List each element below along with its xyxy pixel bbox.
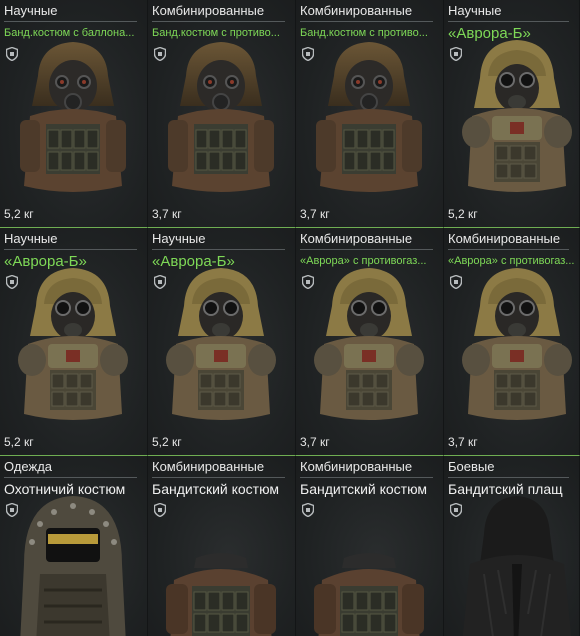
inventory-item-card[interactable]: Научные «Аврора-Б» 5,2 кг	[444, 0, 580, 228]
item-category: Комбинированные	[152, 3, 265, 18]
item-weight: 3,7 кг	[300, 435, 330, 449]
spiked-hood-jacket-icon	[10, 494, 136, 636]
item-category: Научные	[4, 3, 58, 18]
inventory-item-card[interactable]: Комбинированные Банд.костюм с противо... …	[148, 0, 296, 228]
hood-gasmask-vest-icon	[10, 36, 136, 204]
item-category: Комбинированные	[300, 231, 413, 246]
item-category: Научные	[152, 231, 206, 246]
item-category: Комбинированные	[152, 459, 265, 474]
black-coat-icon	[454, 494, 579, 636]
inventory-item-card[interactable]: Научные «Аврора-Б» 5,2 кг	[148, 228, 296, 456]
item-category: Комбинированные	[300, 459, 413, 474]
category-divider	[300, 249, 433, 250]
item-weight: 5,2 кг	[448, 207, 478, 221]
hood-goggles-armor-icon	[10, 264, 136, 432]
item-category: Одежда	[4, 459, 53, 474]
item-category: Научные	[448, 3, 502, 18]
inventory-item-card[interactable]: Комбинированные Бандитский костюм	[296, 456, 444, 636]
hood-goggles-armor-icon	[454, 264, 579, 432]
category-divider	[152, 249, 285, 250]
hood-gasmask-vest-icon	[158, 36, 284, 204]
leather-vest-icon	[306, 494, 432, 636]
inventory-item-card[interactable]: Комбинированные Бандитский костюм	[148, 456, 296, 636]
category-divider	[152, 477, 285, 478]
inventory-item-card[interactable]: Комбинированные «Аврора» с противогаз... …	[444, 228, 580, 456]
category-divider	[448, 21, 569, 22]
leather-vest-icon	[158, 494, 284, 636]
item-category: Научные	[4, 231, 58, 246]
item-category: Комбинированные	[448, 231, 561, 246]
category-divider	[4, 477, 137, 478]
inventory-item-card[interactable]: Научные Банд.костюм с баллона... 5,2 кг	[0, 0, 148, 228]
item-weight: 5,2 кг	[152, 435, 182, 449]
item-weight: 5,2 кг	[4, 207, 34, 221]
hood-gasmask-vest-icon	[306, 36, 432, 204]
inventory-grid: Научные Банд.костюм с баллона... 5,2 кг Ко…	[0, 0, 580, 636]
item-category: Боевые	[448, 459, 495, 474]
item-weight: 3,7 кг	[448, 435, 478, 449]
inventory-item-card[interactable]: Комбинированные Банд.костюм с противо... …	[296, 0, 444, 228]
inventory-item-card[interactable]: Комбинированные «Аврора» с противогаз... …	[296, 228, 444, 456]
hood-goggles-armor-icon	[158, 264, 284, 432]
item-category: Комбинированные	[300, 3, 413, 18]
category-divider	[4, 249, 137, 250]
item-weight: 3,7 кг	[152, 207, 182, 221]
category-divider	[152, 21, 285, 22]
item-weight: 3,7 кг	[300, 207, 330, 221]
category-divider	[300, 21, 433, 22]
item-weight: 5,2 кг	[4, 435, 34, 449]
hood-goggles-armor-icon	[306, 264, 432, 432]
category-divider	[300, 477, 433, 478]
inventory-item-card[interactable]: Одежда Охотничий костюм	[0, 456, 148, 636]
hood-goggles-armor-icon	[454, 36, 579, 204]
category-divider	[448, 249, 569, 250]
category-divider	[448, 477, 569, 478]
inventory-item-card[interactable]: Боевые Бандитский плащ	[444, 456, 580, 636]
category-divider	[4, 21, 137, 22]
inventory-item-card[interactable]: Научные «Аврора-Б» 5,2 кг	[0, 228, 148, 456]
